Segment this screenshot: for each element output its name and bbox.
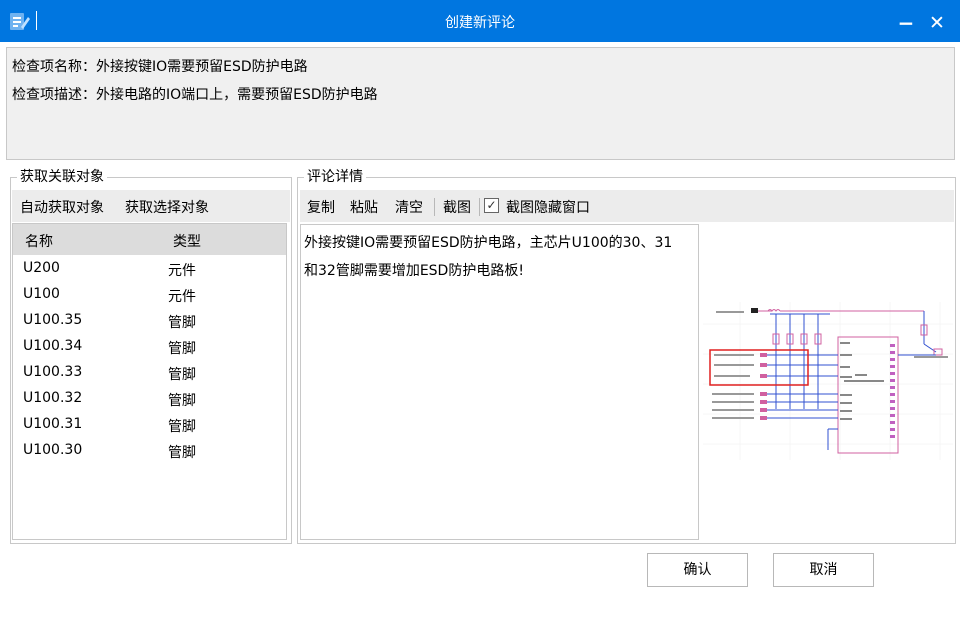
paste-button[interactable]: 粘贴 <box>350 197 378 217</box>
row-name: U200 <box>23 260 60 276</box>
clear-button[interactable]: 清空 <box>395 197 423 217</box>
row-name: U100.33 <box>23 364 83 380</box>
row-type: 元件 <box>168 263 196 279</box>
row-name: U100 <box>23 286 60 302</box>
screenshot-preview <box>700 224 954 540</box>
minimize-button[interactable]: − <box>892 7 920 35</box>
table-row[interactable]: U100.34 管脚 <box>13 334 286 360</box>
check-item-info: 检查项名称：外接按键IO需要预留ESD防护电路 检查项描述：外接电路的IO端口上… <box>6 47 955 160</box>
row-name: U100.32 <box>23 390 83 406</box>
row-type: 元件 <box>168 289 196 305</box>
title-bar: 创建新评论 − ✕ <box>0 0 960 42</box>
row-type: 管脚 <box>168 367 196 383</box>
copy-button[interactable]: 复制 <box>307 197 335 217</box>
row-type: 管脚 <box>168 341 196 357</box>
row-name: U100.31 <box>23 416 83 432</box>
related-objects-list: 名称 类型 U200 元件 U100 元件 U100.35 管脚 U100.34… <box>12 223 287 540</box>
table-row[interactable]: U100.30 管脚 <box>13 438 286 464</box>
comment-detail-title: 评论详情 <box>304 168 366 186</box>
comment-toolbar: 复制 粘贴 清空 截图 ✓ 截图隐藏窗口 <box>300 190 954 222</box>
get-selected-objects-button[interactable]: 获取选择对象 <box>125 197 209 217</box>
comment-text-line: 和32管脚需要增加ESD防护电路板! <box>304 263 524 279</box>
schematic-screenshot-image <box>703 302 953 460</box>
column-header-type[interactable]: 类型 <box>173 231 201 251</box>
toolbar-separator <box>479 198 480 216</box>
table-row[interactable]: U100.35 管脚 <box>13 308 286 334</box>
comment-text-area[interactable]: 外接按键IO需要预留ESD防护电路，主芯片U100的30、31 和32管脚需要增… <box>300 224 699 540</box>
checkmark-icon: ✓ <box>486 198 497 212</box>
comment-text-line: 外接按键IO需要预留ESD防护电路，主芯片U100的30、31 <box>304 235 673 251</box>
screenshot-button[interactable]: 截图 <box>443 197 471 217</box>
check-item-description: 检查项描述：外接电路的IO端口上，需要预留ESD防护电路 <box>12 87 378 103</box>
confirm-button[interactable]: 确认 <box>647 553 748 587</box>
cancel-button[interactable]: 取消 <box>773 553 874 587</box>
table-row[interactable]: U200 元件 <box>13 256 286 282</box>
row-type: 管脚 <box>168 315 196 331</box>
check-item-name: 检查项名称：外接按键IO需要预留ESD防护电路 <box>12 59 308 75</box>
row-type: 管脚 <box>168 393 196 409</box>
row-type: 管脚 <box>168 419 196 435</box>
table-row[interactable]: U100 元件 <box>13 282 286 308</box>
row-name: U100.35 <box>23 312 83 328</box>
row-name: U100.34 <box>23 338 83 354</box>
close-button[interactable]: ✕ <box>923 7 951 35</box>
related-objects-title: 获取关联对象 <box>17 168 107 186</box>
row-name: U100.30 <box>23 442 83 458</box>
window-title: 创建新评论 <box>445 15 515 31</box>
list-header: 名称 类型 <box>13 224 286 255</box>
table-row[interactable]: U100.31 管脚 <box>13 412 286 438</box>
related-objects-toolbar: 自动获取对象 获取选择对象 <box>12 190 290 222</box>
hide-window-label: 截图隐藏窗口 <box>506 200 590 216</box>
toolbar-separator <box>434 198 435 216</box>
column-header-name[interactable]: 名称 <box>25 231 53 251</box>
row-type: 管脚 <box>168 445 196 461</box>
table-row[interactable]: U100.33 管脚 <box>13 360 286 386</box>
hide-window-checkbox[interactable]: ✓ <box>484 198 499 213</box>
auto-get-objects-button[interactable]: 自动获取对象 <box>20 197 104 217</box>
table-row[interactable]: U100.32 管脚 <box>13 386 286 412</box>
